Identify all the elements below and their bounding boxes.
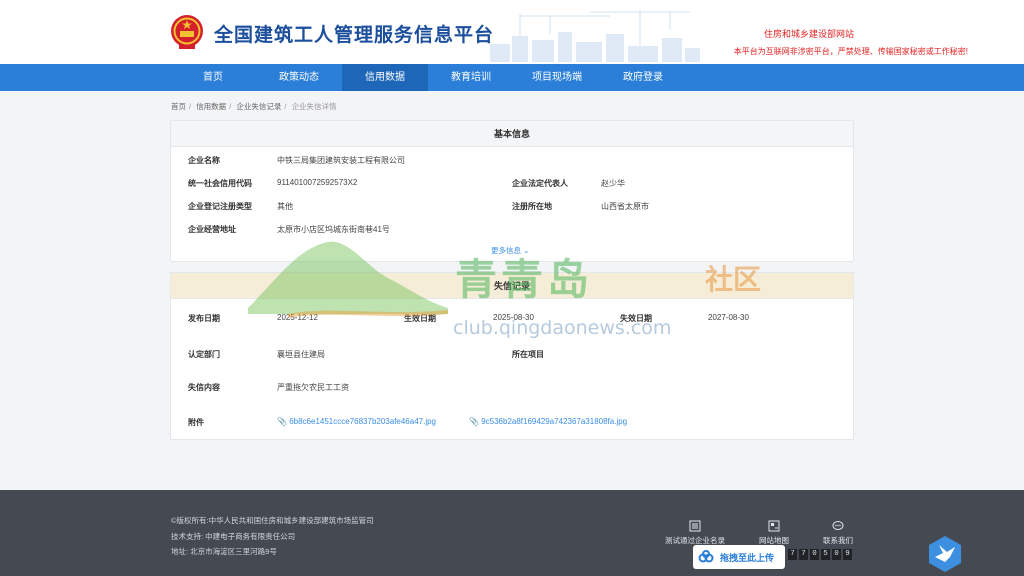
nav-item-credit-data[interactable]: 信用数据 xyxy=(342,64,428,91)
expiry-date-value: 2027-08-30 xyxy=(708,313,749,322)
skyline-illustration xyxy=(490,10,700,62)
attachment-filename-2: 9c536b2a8f169429a742367a31808fa.jpg xyxy=(481,417,628,426)
drag-upload-button[interactable]: 拖拽至此上传 xyxy=(693,545,785,569)
attachment-filename-1: 6b8c6e1451ccce76837b203afe46a47.jpg xyxy=(289,417,437,426)
attachment-link-2[interactable]: 📎 9c536b2a8f169429a742367a31808fa.jpg xyxy=(469,417,627,426)
address-label: 企业经营地址 xyxy=(188,225,236,234)
publish-date-label: 发布日期 xyxy=(188,314,220,323)
counter-digit: 7 xyxy=(799,549,808,560)
nav-item-gov-login[interactable]: 政府登录 xyxy=(600,64,686,91)
nav-item-home[interactable]: 首页 xyxy=(170,64,256,91)
company-name-value: 中铁三局集团建筑安装工程有限公司 xyxy=(277,156,405,165)
counter-digit: 0 xyxy=(810,549,819,560)
upload-label: 拖拽至此上传 xyxy=(720,553,775,564)
counter-digit: 0 xyxy=(832,549,841,560)
counter-digit: 9 xyxy=(843,549,852,560)
breadcrumb: 首页 / 信用数据 / 企业失信记录 / 企业失信详情 xyxy=(171,102,337,111)
main-nav: 首页 政策动态 信用数据 教育培训 项目现场端 政府登录 xyxy=(0,64,1024,91)
footer-link-label: 网站地图 xyxy=(759,536,789,545)
footer-address: 地址: 北京市海淀区三里河路9号 xyxy=(171,547,277,556)
reg-location-value: 山西省太原市 xyxy=(601,202,649,211)
cloud-drive-icon xyxy=(698,550,714,563)
nav-item-project-site[interactable]: 项目现场端 xyxy=(514,64,600,91)
effective-date-label: 生效日期 xyxy=(404,314,436,323)
credit-code-value: 9114010072592573X2 xyxy=(277,178,358,187)
basic-info-panel: 基本信息 企业名称 中铁三局集团建筑安装工程有限公司 统一社会信用代码 9114… xyxy=(170,120,854,262)
reg-location-label: 注册所在地 xyxy=(512,202,552,211)
breadcrumb-credit-data[interactable]: 信用数据 xyxy=(196,102,226,111)
legal-rep-label: 企业法定代表人 xyxy=(512,179,568,188)
list-icon xyxy=(689,520,701,532)
chat-icon xyxy=(832,521,844,530)
content-label: 失信内容 xyxy=(188,383,220,392)
legal-rep-value: 赵少华 xyxy=(601,179,625,188)
company-name-label: 企业名称 xyxy=(188,156,220,165)
site-title: 全国建筑工人管理服务信息平台 xyxy=(214,24,495,46)
paperclip-icon: 📎 xyxy=(469,417,479,426)
visitor-counter: 7 7 0 5 0 9 xyxy=(788,549,854,560)
footer-tech-support: 技术支持: 中建电子商务有限责任公司 xyxy=(171,532,296,541)
ministry-website-link[interactable]: 住房和城乡建设部网站 xyxy=(764,27,854,40)
attachment-link-1[interactable]: 📎 6b8c6e1451ccce76837b203afe46a47.jpg xyxy=(277,417,436,426)
project-label: 所在项目 xyxy=(512,350,544,359)
nav-item-policy[interactable]: 政策动态 xyxy=(256,64,342,91)
footer-link-label: 联系我们 xyxy=(823,536,853,545)
dept-value: 襄垣县住建局 xyxy=(277,350,325,359)
counter-digit: 5 xyxy=(821,549,830,560)
site-footer xyxy=(0,490,1024,576)
dept-label: 认定部门 xyxy=(188,350,220,359)
footer-link-sitemap[interactable]: 网站地图 xyxy=(748,520,800,546)
breadcrumb-current: 企业失信详情 xyxy=(291,102,337,111)
watermark-brand: 青青岛 xyxy=(455,255,594,304)
content-value: 严重拖欠农民工工资 xyxy=(277,383,349,392)
nav-item-training[interactable]: 教育培训 xyxy=(428,64,514,91)
attachment-label: 附件 xyxy=(188,418,204,427)
counter-digit: 7 xyxy=(788,549,797,560)
national-emblem-icon xyxy=(171,15,203,49)
site-header: 全国建筑工人管理服务信息平台 住房和城乡建设部网站 本平台为互联网非涉密平台，严… xyxy=(0,0,1024,64)
footer-copyright: ©版权所有:中华人民共和国住房和城乡建设部建筑市场监管司 xyxy=(171,516,374,525)
paperclip-icon: 📎 xyxy=(277,417,287,426)
credit-code-label: 统一社会信用代码 xyxy=(188,179,252,188)
bird-logo-icon[interactable] xyxy=(926,535,964,573)
address-value: 太原市小店区坞城东街南巷41号 xyxy=(277,225,390,234)
footer-link-contact[interactable]: 联系我们 xyxy=(812,520,864,546)
reg-type-value: 其他 xyxy=(277,202,293,211)
breadcrumb-home[interactable]: 首页 xyxy=(171,102,186,111)
publish-date-value: 2025-12-12 xyxy=(277,313,318,322)
breadcrumb-dishonest-records[interactable]: 企业失信记录 xyxy=(236,102,281,111)
security-warning: 本平台为互联网非涉密平台，严禁处理、传输国家秘密或工作秘密! xyxy=(733,47,968,56)
footer-link-company-list[interactable]: 测试通过企业名录 xyxy=(660,520,730,546)
footer-link-label: 测试通过企业名录 xyxy=(665,536,725,545)
reg-type-label: 企业登记注册类型 xyxy=(188,202,252,211)
sitemap-icon xyxy=(768,520,780,532)
watermark-suffix: 社区 xyxy=(705,263,762,296)
basic-info-title: 基本信息 xyxy=(171,121,853,147)
watermark-url: club.qingdaonews.com xyxy=(453,317,672,339)
